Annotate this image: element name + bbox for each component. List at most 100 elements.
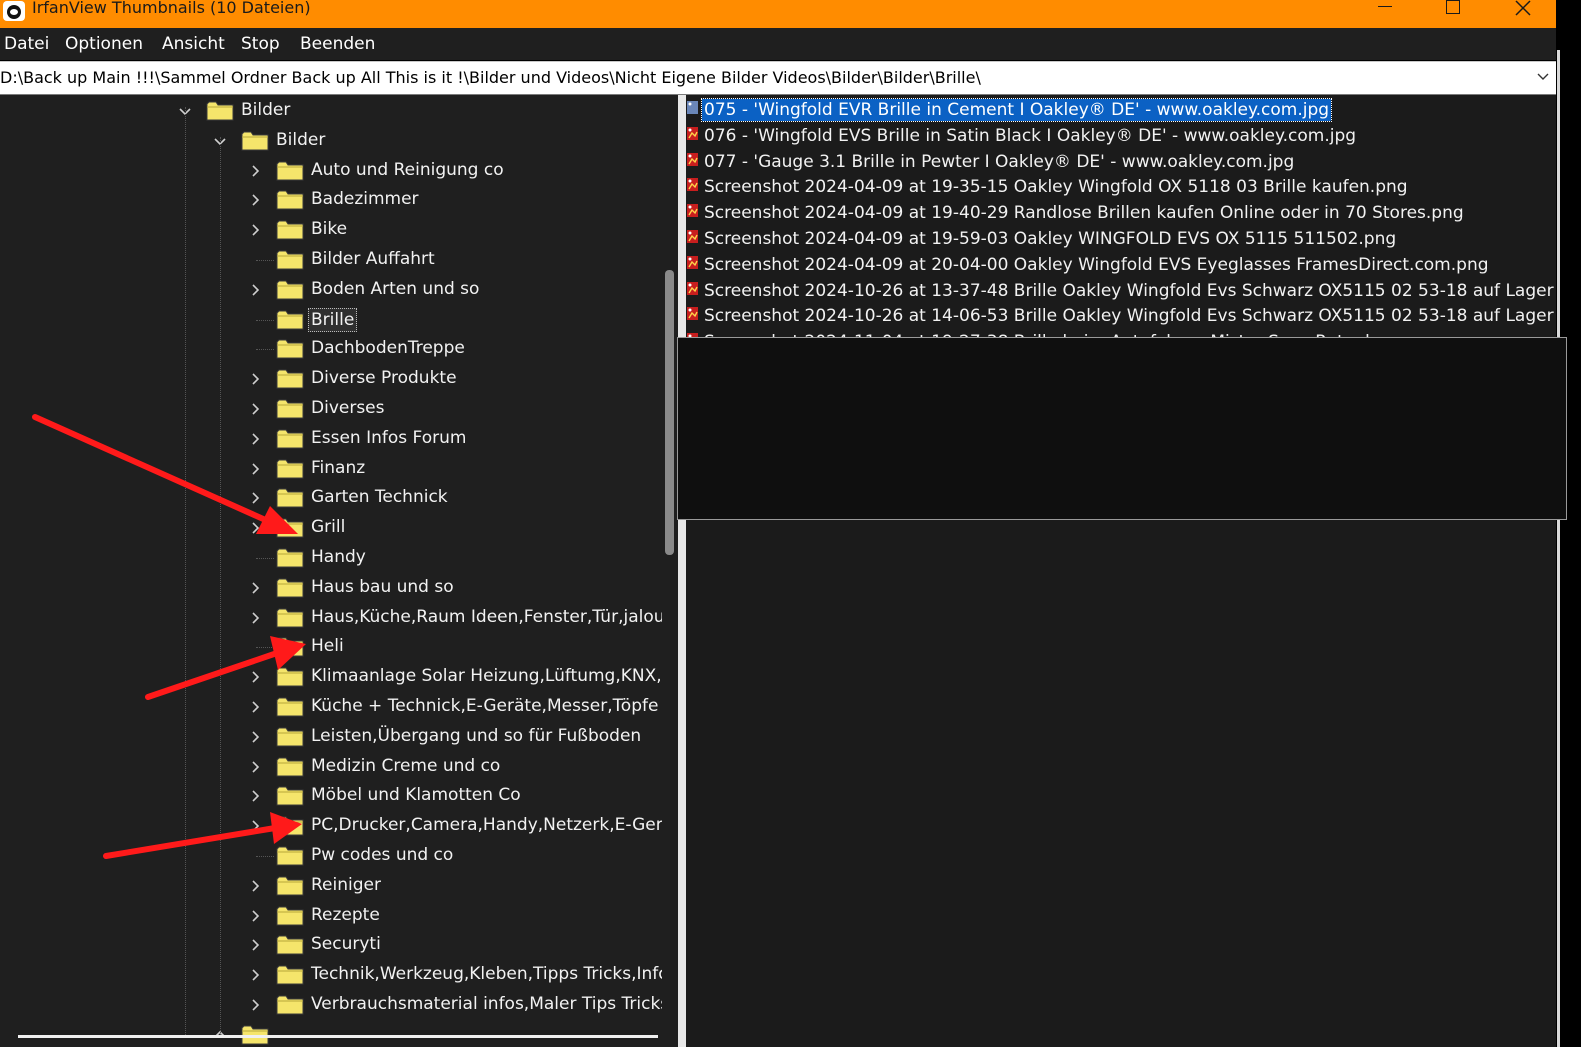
tree-item-folder[interactable]: Essen Infos Forum xyxy=(0,424,662,454)
tree-item-folder[interactable]: Pw codes und co xyxy=(0,841,662,871)
menu-bar: Datei Optionen Ansicht Stop Beenden xyxy=(0,28,1556,60)
file-row[interactable]: Screenshot 2024-04-09 at 19-35-15 Oakley… xyxy=(686,174,1556,200)
image-file-icon xyxy=(686,203,700,219)
file-row[interactable]: Screenshot 2024-10-26 at 13-37-48 Brille… xyxy=(686,278,1556,304)
tree-item-label: Haus,Küche,Raum Ideen,Fenster,Tür,jalous… xyxy=(311,606,662,627)
tree-item-folder[interactable]: Bike xyxy=(0,215,662,245)
file-row[interactable]: 076 - 'Wingfold EVS Brille in Satin Blac… xyxy=(686,123,1556,149)
folder-icon xyxy=(276,547,304,568)
tree-item-folder[interactable]: Auto und Reinigung co xyxy=(0,156,662,186)
menu-ansicht[interactable]: Ansicht xyxy=(162,34,225,54)
file-row[interactable]: Screenshot 2024-10-26 at 14-06-53 Brille… xyxy=(686,303,1556,329)
tree-item-folder[interactable]: Technik,Werkzeug,Kleben,Tipps Tricks,Inf… xyxy=(0,960,662,990)
tree-horizontal-scrollbar[interactable] xyxy=(18,1035,658,1038)
folder-icon xyxy=(276,189,304,210)
chevron-right-icon[interactable] xyxy=(248,908,262,922)
tree-item-folder[interactable]: Diverse Produkte xyxy=(0,364,662,394)
menu-datei[interactable]: Datei xyxy=(4,34,49,54)
chevron-right-icon[interactable] xyxy=(248,401,262,415)
tree-item-folder[interactable]: Badezimmer xyxy=(0,185,662,215)
file-name: 077 - 'Gauge 3.1 Brille in Pewter I Oakl… xyxy=(704,151,1295,172)
folder-icon xyxy=(276,756,304,777)
chevron-right-icon[interactable] xyxy=(248,937,262,951)
tree-item-bilder-sub[interactable]: Bilder xyxy=(0,126,662,156)
tree-item-folder[interactable]: Grill xyxy=(0,513,662,543)
chevron-right-icon[interactable] xyxy=(248,461,262,475)
tree-scrollbar-thumb[interactable] xyxy=(665,270,674,555)
tree-item-label: Bilder xyxy=(241,100,291,120)
tree-item-folder[interactable]: Brille xyxy=(0,305,662,335)
panel-splitter[interactable] xyxy=(678,95,686,1047)
chevron-right-icon[interactable] xyxy=(248,729,262,743)
tree-item-folder[interactable]: Möbel und Klamotten Co xyxy=(0,781,662,811)
file-list[interactable]: 075 - 'Wingfold EVR Brille in Cement I O… xyxy=(686,95,1556,1047)
tree-guide-line xyxy=(220,137,221,1037)
file-name: 076 - 'Wingfold EVS Brille in Satin Blac… xyxy=(704,125,1357,146)
chevron-right-icon[interactable] xyxy=(248,431,262,445)
tree-item-folder[interactable]: Diverses xyxy=(0,394,662,424)
tree-item-label: Klimaanlage Solar Heizung,Lüftumg,KNX,Sa… xyxy=(311,666,662,687)
chevron-right-icon[interactable] xyxy=(248,610,262,624)
chevron-right-icon[interactable] xyxy=(248,520,262,534)
tree-item-folder[interactable]: Reiniger xyxy=(0,871,662,901)
folder-icon xyxy=(276,577,304,598)
chevron-right-icon[interactable] xyxy=(248,788,262,802)
tree-item-folder[interactable]: Klimaanlage Solar Heizung,Lüftumg,KNX,Sa… xyxy=(0,662,662,692)
folder-icon xyxy=(276,368,304,389)
irfanview-app-icon[interactable] xyxy=(3,1,25,21)
chevron-right-icon[interactable] xyxy=(248,163,262,177)
chevron-right-icon[interactable] xyxy=(248,192,262,206)
tree-item-folder[interactable]: Heli xyxy=(0,632,662,662)
chevron-right-icon[interactable] xyxy=(248,818,262,832)
tree-item-folder[interactable]: Garten Technick xyxy=(0,483,662,513)
menu-optionen[interactable]: Optionen xyxy=(65,34,143,54)
tree-item-folder[interactable]: Haus bau und so xyxy=(0,573,662,603)
minimize-button[interactable] xyxy=(1355,0,1415,28)
chevron-right-icon[interactable] xyxy=(248,699,262,713)
folder-tree[interactable]: Bilder Bilder Auto und Reinigung co Badezim… xyxy=(0,95,662,1047)
chevron-right-icon[interactable] xyxy=(248,222,262,236)
chevron-right-icon[interactable] xyxy=(248,371,262,385)
image-file-icon xyxy=(686,255,700,271)
tree-item-bilder[interactable]: Bilder xyxy=(0,96,662,126)
tree-item-folder[interactable]: Verbrauchsmaterial infos,Maler Tips Tric… xyxy=(0,990,662,1020)
tree-scrollbar[interactable] xyxy=(662,95,678,1047)
chevron-down-icon[interactable] xyxy=(1534,67,1552,85)
tree-item-folder[interactable]: Haus,Küche,Raum Ideen,Fenster,Tür,jalous… xyxy=(0,603,662,633)
file-name: Screenshot 2024-04-09 at 19-35-15 Oakley… xyxy=(704,177,1408,198)
path-combobox[interactable]: D:\Back up Main !!!\Sammel Ordner Back u… xyxy=(0,61,1556,96)
tree-item-folder[interactable]: Finanz xyxy=(0,454,662,484)
file-row[interactable]: 075 - 'Wingfold EVR Brille in Cement I O… xyxy=(686,97,1556,123)
tree-item-folder[interactable]: Rezepte xyxy=(0,901,662,931)
file-row[interactable]: Screenshot 2024-04-09 at 20-04-00 Oakley… xyxy=(686,252,1556,278)
tree-item-folder[interactable]: Handy xyxy=(0,543,662,573)
tree-item-label: Auto und Reinigung co xyxy=(311,159,504,180)
chevron-right-icon[interactable] xyxy=(248,997,262,1011)
tree-item-folder[interactable]: Securyti xyxy=(0,930,662,960)
tree-item-folder[interactable]: Küche + Technick,E-Geräte,Messer,Töpfe xyxy=(0,692,662,722)
file-row[interactable]: Screenshot 2024-04-09 at 19-40-29 Randlo… xyxy=(686,200,1556,226)
tree-item-label: Garten Technick xyxy=(311,487,448,508)
chevron-right-icon[interactable] xyxy=(248,490,262,504)
close-button[interactable] xyxy=(1493,0,1553,28)
menu-beenden[interactable]: Beenden xyxy=(300,34,375,54)
tree-item-folder[interactable]: Bilder Auffahrt xyxy=(0,245,662,275)
chevron-right-icon[interactable] xyxy=(248,669,262,683)
maximize-button[interactable] xyxy=(1423,0,1483,28)
image-file-icon xyxy=(686,281,700,297)
chevron-right-icon[interactable] xyxy=(248,282,262,296)
folder-icon xyxy=(276,815,304,836)
chevron-right-icon[interactable] xyxy=(248,759,262,773)
file-row[interactable]: Screenshot 2024-04-09 at 19-59-03 Oakley… xyxy=(686,226,1556,252)
tree-item-folder[interactable]: Leisten,Übergang und so für Fußboden xyxy=(0,722,662,752)
file-row[interactable]: 077 - 'Gauge 3.1 Brille in Pewter I Oakl… xyxy=(686,149,1556,175)
tree-item-folder[interactable]: Medizin Creme und co xyxy=(0,752,662,782)
chevron-right-icon[interactable] xyxy=(248,878,262,892)
tree-item-folder[interactable]: PC,Drucker,Camera,Handy,Netzerk,E-Gerät … xyxy=(0,811,662,841)
menu-stop[interactable]: Stop xyxy=(241,34,280,54)
tree-item-folder[interactable]: Boden Arten und so xyxy=(0,275,662,305)
tree-guide-tick xyxy=(256,319,274,321)
chevron-right-icon[interactable] xyxy=(248,967,262,981)
chevron-right-icon[interactable] xyxy=(248,580,262,594)
tree-item-folder[interactable]: DachbodenTreppe xyxy=(0,334,662,364)
